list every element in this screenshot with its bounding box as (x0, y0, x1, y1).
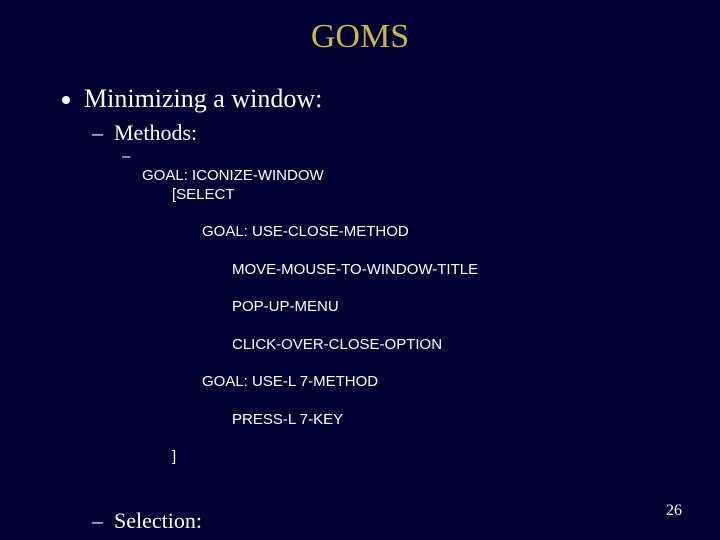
bullet-list-level1: Minimizing a window: Methods: GOAL: ICON… (40, 84, 680, 540)
goms-block: GOAL: ICONIZE-WINDOW [SELECT GOAL: USE-C… (142, 148, 680, 504)
methods-item: Methods: GOAL: ICONIZE-WINDOW [SELECT GO… (114, 120, 680, 504)
goal-close: GOAL: USE-CLOSE-METHOD (142, 223, 680, 242)
bullet-minimizing: Minimizing a window: Methods: GOAL: ICON… (84, 84, 680, 540)
goal-root: GOAL: ICONIZE-WINDOW (142, 167, 324, 184)
step-popup-menu: POP-UP-MENU (142, 298, 680, 317)
bullet-list-level2: Methods: GOAL: ICONIZE-WINDOW [SELECT GO… (84, 120, 680, 540)
page-number: 26 (666, 502, 682, 520)
select-open: [SELECT (142, 186, 680, 205)
step-move-mouse: MOVE-MOUSE-TO-WINDOW-TITLE (142, 261, 680, 280)
slide: GOMS Minimizing a window: Methods: GOAL:… (0, 0, 720, 540)
bullet-minimizing-text: Minimizing a window: (84, 84, 322, 113)
selection-item: Selection: user Sam: rule 1: USE-CLOSE-M… (114, 508, 680, 540)
goms-code: GOAL: ICONIZE-WINDOW [SELECT GOAL: USE-C… (142, 148, 680, 504)
step-press-l7: PRESS-L 7-KEY (142, 411, 680, 430)
selection-code: user Sam: rule 1: USE-CLOSE-METHOD unles… (142, 536, 680, 540)
methods-label: Methods: (114, 120, 197, 145)
selection-label: Selection: (114, 508, 202, 533)
select-close: ] (142, 448, 680, 467)
step-click-close: CLICK-OVER-CLOSE-OPTION (142, 336, 680, 355)
goal-l7: GOAL: USE-L 7-METHOD (142, 373, 680, 392)
selection-block: user Sam: rule 1: USE-CLOSE-METHOD unles… (142, 536, 680, 540)
slide-title: GOMS (40, 18, 680, 56)
methods-detail: GOAL: ICONIZE-WINDOW [SELECT GOAL: USE-C… (114, 148, 680, 504)
selection-detail: user Sam: rule 1: USE-CLOSE-METHOD unles… (114, 536, 680, 540)
